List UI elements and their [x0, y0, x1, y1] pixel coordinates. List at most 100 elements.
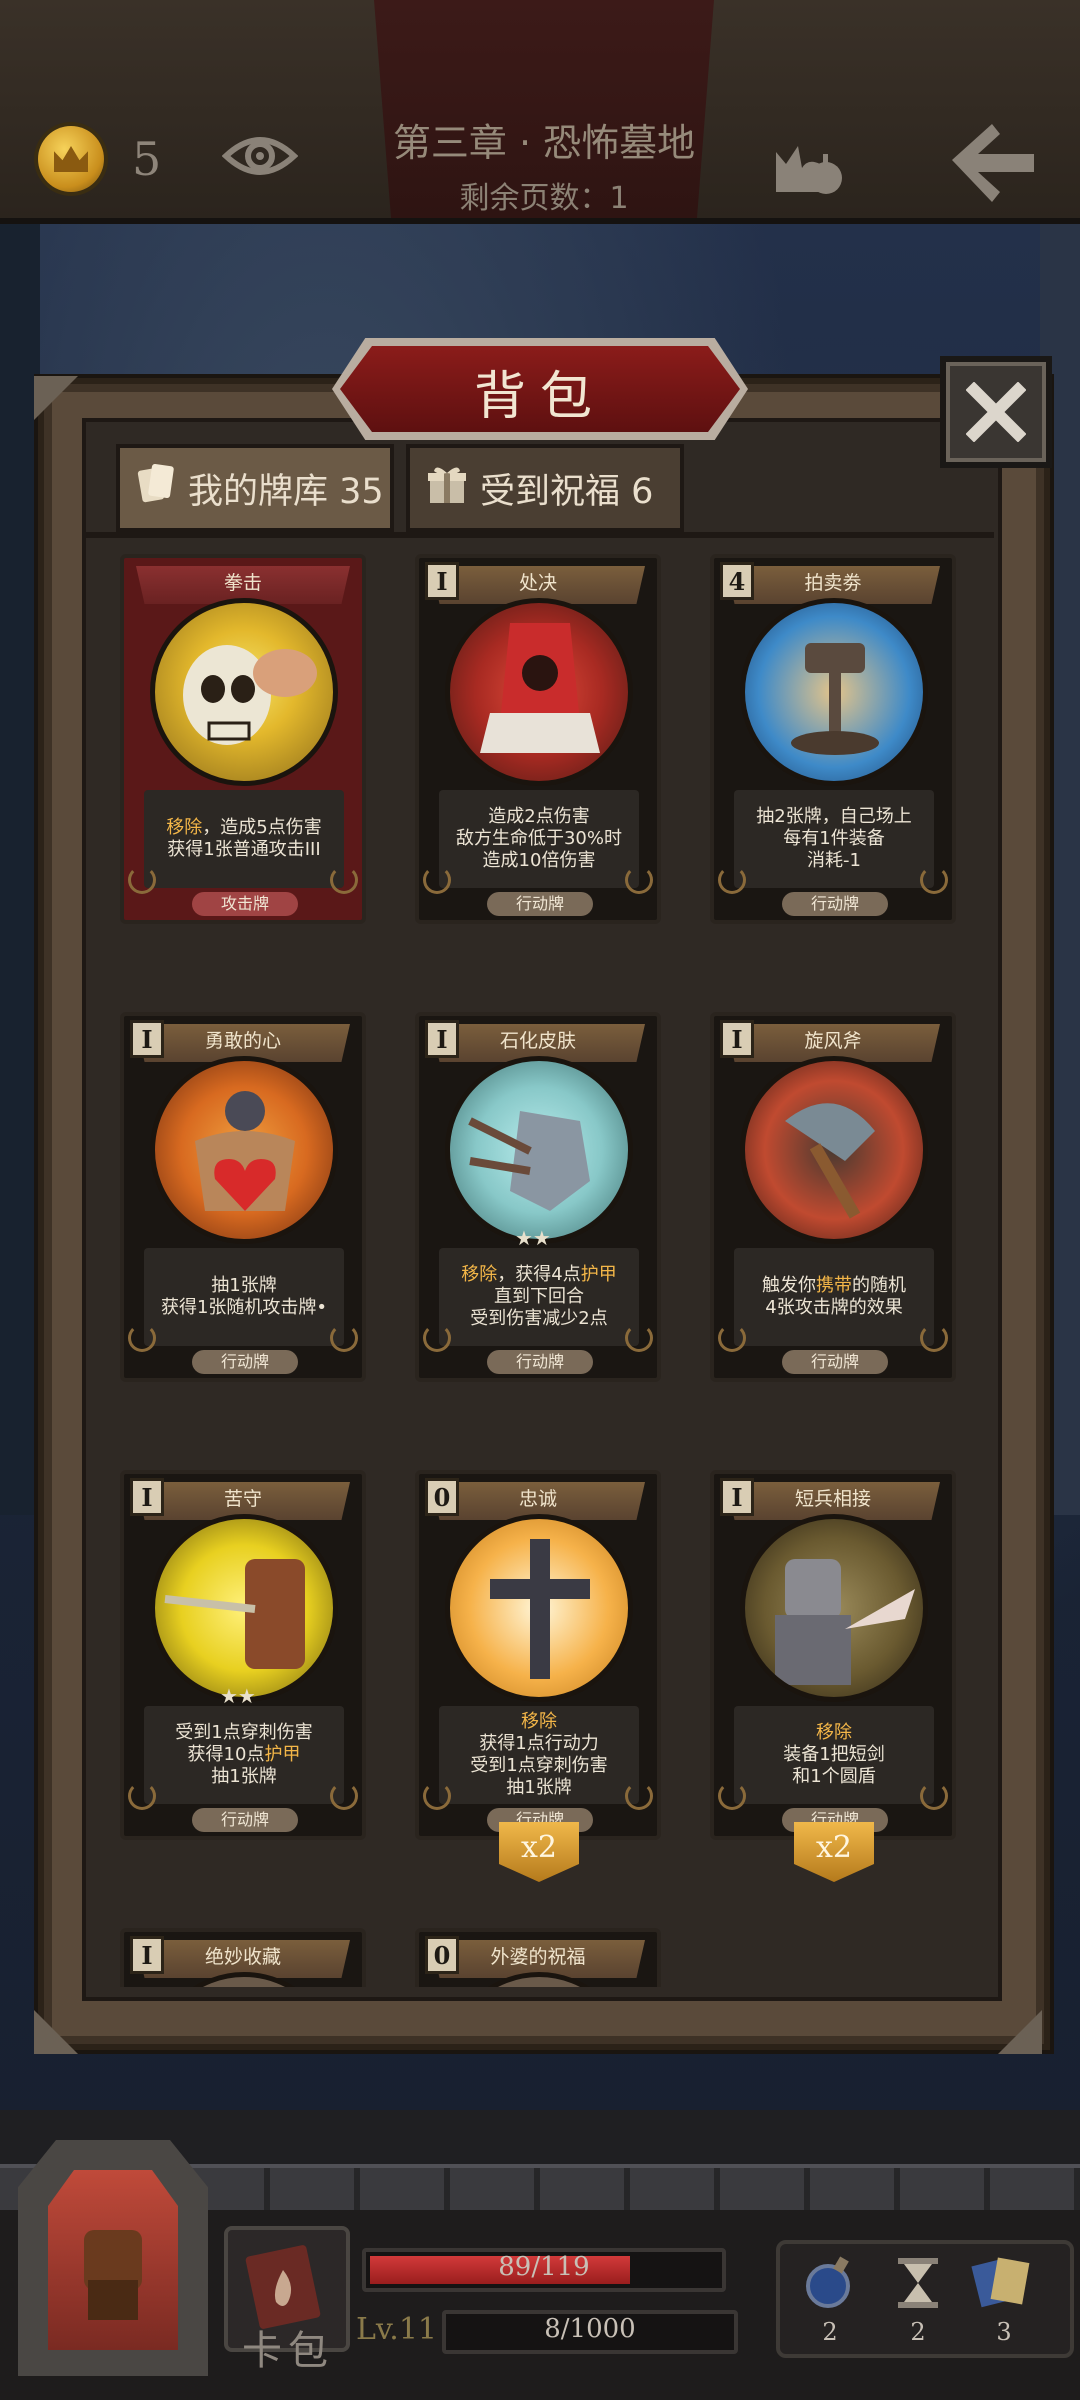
- card-stack-icon[interactable]: [970, 2252, 1034, 2316]
- card-type: 行动牌: [782, 892, 888, 916]
- keyword-carry: 携带: [816, 1275, 852, 1296]
- card-multiplier-badge: x2: [794, 1822, 874, 1882]
- tab-my-deck[interactable]: 我的牌库 35: [116, 444, 394, 532]
- tab-blessings[interactable]: 受到祝福 6: [406, 444, 684, 532]
- fist-icon: [48, 2170, 178, 2350]
- card-description: 受到1点穿刺伤害 获得10点护甲 抽1张牌: [144, 1706, 344, 1804]
- executioner-art: [445, 598, 633, 786]
- card-desc-line: 触发你携带的随机: [762, 1275, 906, 1296]
- card-name: 绝妙收藏: [204, 1946, 281, 1968]
- brave-heart-art: [150, 1056, 338, 1244]
- card-grandma-blessing[interactable]: 外婆的祝福 0: [415, 1928, 661, 1987]
- card-desc-line: 抽1张牌: [211, 1275, 277, 1296]
- hourglass-count: 2: [910, 2318, 926, 2346]
- card-auction-voucher[interactable]: 拍卖劵 4 抽2张牌，自己场上 每有1件装备 消耗-1 行动牌: [710, 554, 956, 924]
- card-name: 旋风斧: [804, 1030, 862, 1052]
- card-desc-line: 获得1张随机攻击牌•: [160, 1297, 328, 1318]
- card-fine-collection[interactable]: 绝妙收藏 I: [120, 1928, 366, 1987]
- level-text: Lv.11: [356, 2312, 438, 2347]
- scroll-ornament: [128, 866, 156, 894]
- keyword-armor: 护甲: [264, 1744, 301, 1765]
- card-desc-line: 受到1点穿刺伤害: [470, 1755, 608, 1776]
- crown-coin-icon: [38, 126, 104, 192]
- card-desc-line: 移除，造成5点伤害: [166, 817, 322, 838]
- scroll-ornament: [718, 1324, 746, 1352]
- card-name: 石化皮肤: [499, 1030, 576, 1052]
- cross-art: [445, 1514, 633, 1702]
- deck-label: 卡包: [242, 2328, 334, 2374]
- keyword-remove: 移除: [166, 817, 203, 838]
- card-cost: I: [130, 1478, 164, 1516]
- card-desc-line: 受到1点穿刺伤害: [175, 1722, 313, 1743]
- close-icon: [966, 382, 1026, 442]
- card-desc-line: 移除: [521, 1711, 557, 1732]
- card-brave-heart[interactable]: 勇敢的心 I 抽1张牌 获得1张随机攻击牌• 行动牌: [120, 1012, 366, 1382]
- coin-count: 5: [132, 132, 162, 186]
- card-execute[interactable]: 处决 I 造成2点伤害 敌方生命低于30%时 造成10倍伤害 行动牌: [415, 554, 661, 924]
- cards-icon: [136, 461, 176, 516]
- card-desc-line: 4张攻击牌的效果: [765, 1297, 903, 1318]
- card-cost: I: [720, 1020, 754, 1058]
- scroll-ornament: [128, 1324, 156, 1352]
- gavel-art: [740, 598, 928, 786]
- eye-icon[interactable]: [221, 124, 299, 192]
- card-grid: 拳击 移除，造成5点伤害 获得1张普通攻击III 攻击牌 处决 I 造成2点伤害…: [86, 542, 990, 1987]
- chapter-title: 第三章 · 恐怖墓地: [392, 121, 696, 165]
- card-desc-line: 获得10点护甲: [187, 1744, 301, 1765]
- card-desc-line: 和1个圆盾: [792, 1766, 876, 1787]
- back-arrow-icon[interactable]: [948, 120, 1038, 210]
- card-desc-line: 抽1张牌: [506, 1777, 572, 1798]
- scroll-ornament: [920, 1782, 948, 1810]
- scroll-ornament: [423, 1324, 451, 1352]
- scroll-ornament: [330, 1782, 358, 1810]
- card-type: 攻击牌: [192, 892, 298, 916]
- scroll-ornament: [330, 866, 358, 894]
- card-loyalty[interactable]: 忠诚 0 移除 获得1点行动力 受到1点穿刺伤害 抽1张牌 行动牌: [415, 1470, 661, 1840]
- scroll-ornament: [128, 1782, 156, 1810]
- card-stack-count: 3: [996, 2318, 1012, 2346]
- potion-count: 2: [822, 2318, 838, 2346]
- hourglass-icon[interactable]: [896, 2256, 940, 2314]
- cat-pumpkin-icon[interactable]: [768, 128, 848, 202]
- card-description: 抽2张牌，自己场上 每有1件装备 消耗-1: [734, 790, 934, 888]
- card-cost: 0: [425, 1936, 459, 1974]
- knight-art: [740, 1514, 928, 1702]
- card-desc-line: 直到下回合: [494, 1286, 584, 1307]
- card-close-combat[interactable]: 短兵相接 I 移除 装备1把短剑 和1个圆盾 行动牌: [710, 1470, 956, 1840]
- hp-text: 89/119: [498, 2252, 590, 2282]
- card-whirlwind-axe[interactable]: 旋风斧 I 触发你携带的随机 4张攻击牌的效果 行动牌: [710, 1012, 956, 1382]
- card-name: 外婆的祝福: [490, 1946, 586, 1968]
- card-boxing[interactable]: 拳击 移除，造成5点伤害 获得1张普通攻击III 攻击牌: [120, 554, 366, 924]
- card-cost: I: [425, 562, 459, 600]
- card-type: 行动牌: [782, 1350, 888, 1374]
- card-name: 短兵相接: [794, 1488, 871, 1510]
- potion-icon[interactable]: [800, 2254, 856, 2314]
- card-cost: I: [720, 1478, 754, 1516]
- card-name: 拳击: [223, 572, 262, 594]
- tab-blessings-label: 受到祝福 6: [480, 471, 654, 512]
- tab-divider: [82, 532, 994, 538]
- shield-arrow-art: [150, 1514, 338, 1702]
- scroll-ornament: [423, 1782, 451, 1810]
- card-desc-line: 装备1把短剑: [783, 1744, 885, 1765]
- card-stars: ★★: [220, 1684, 256, 1708]
- card-desc-line: 每有1件装备: [783, 828, 885, 849]
- card-desc-line: 移除，获得4点护甲: [461, 1264, 617, 1285]
- close-button[interactable]: [940, 356, 1052, 468]
- card-hold-fast[interactable]: 苦守 I ★★ 受到1点穿刺伤害 获得10点护甲 抽1张牌 行动牌: [120, 1470, 366, 1840]
- card-type: 行动牌: [192, 1350, 298, 1374]
- card-desc-line: 抽2张牌，自己场上: [756, 806, 912, 827]
- card-desc-line: 受到伤害减少2点: [470, 1308, 608, 1329]
- scroll-ornament: [920, 866, 948, 894]
- scroll-ornament: [625, 866, 653, 894]
- card-name: 处决: [518, 572, 557, 594]
- card-cost: I: [425, 1020, 459, 1058]
- scroll-ornament: [920, 1324, 948, 1352]
- card-desc-line: 移除: [816, 1722, 852, 1743]
- card-stone-skin[interactable]: 石化皮肤 I ★★ 移除，获得4点护甲 直到下回合 受到伤害减少2点 行动牌: [415, 1012, 661, 1382]
- card-desc-line: 造成10倍伤害: [482, 850, 596, 871]
- card-type: 行动牌: [487, 1350, 593, 1374]
- tab-my-deck-label: 我的牌库 35: [188, 471, 384, 512]
- card-description: 触发你携带的随机 4张攻击牌的效果: [734, 1248, 934, 1346]
- scroll-ornament: [718, 1782, 746, 1810]
